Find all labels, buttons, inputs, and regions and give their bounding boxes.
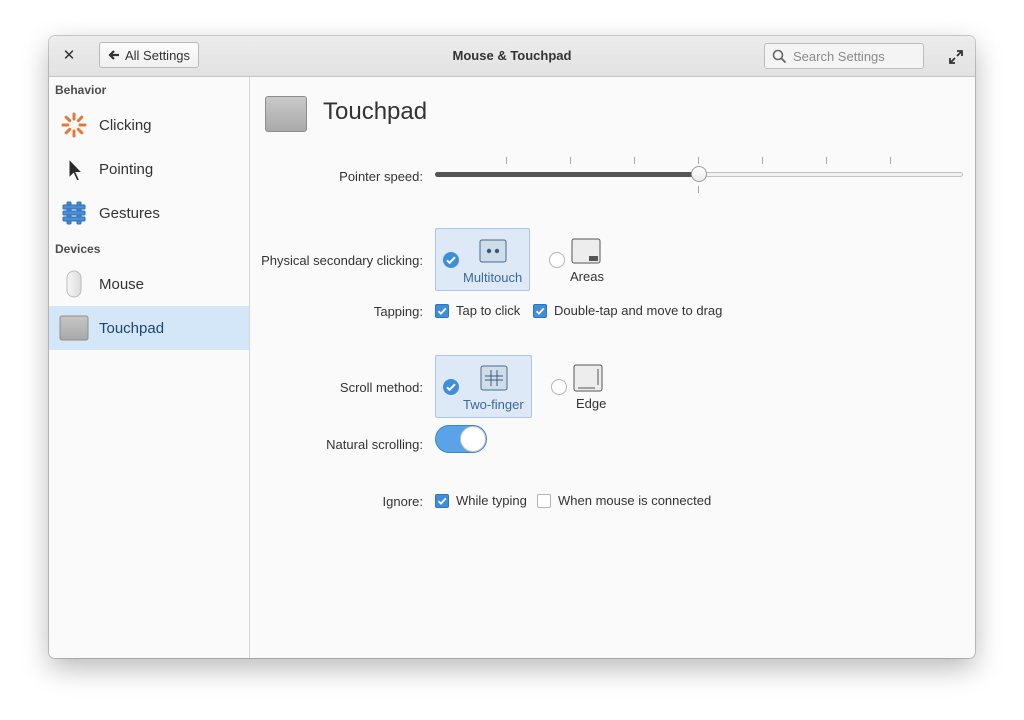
page-title: Touchpad [323, 98, 428, 125]
slider-fill [435, 172, 699, 177]
sidebar-item-clicking[interactable]: Clicking [49, 103, 249, 147]
areas-label: Areas [570, 269, 604, 284]
secondary-click-label: Physical secondary clicking: [261, 253, 423, 268]
slider-tick [506, 157, 507, 164]
areas-option[interactable]: Areas [546, 228, 608, 291]
while-typing-label: While typing [456, 493, 527, 508]
pointer-speed-slider[interactable] [435, 155, 963, 195]
gestures-icon [58, 197, 90, 229]
mouse-icon [58, 268, 90, 300]
scroll-method-label: Scroll method: [339, 380, 423, 395]
pointer-speed-label: Pointer speed: [339, 169, 423, 184]
sidebar-item-label: Mouse [99, 275, 145, 293]
slider-tick [890, 157, 891, 164]
clicking-icon [58, 109, 90, 141]
radio-checked-icon [443, 379, 459, 395]
sidebar-item-label: Clicking [99, 116, 152, 134]
checkbox-checked-icon [533, 303, 547, 318]
tapping-label: Tapping: [373, 304, 423, 319]
areas-icon [571, 238, 601, 264]
multitouch-icon [479, 239, 507, 263]
sidebar-item-label: Pointing [99, 160, 154, 178]
pointer-icon [58, 153, 90, 185]
sidebar-item-touchpad[interactable]: Touchpad [49, 306, 249, 350]
checkbox-unchecked-icon [537, 493, 551, 508]
tap-to-click-label: Tap to click [456, 303, 521, 318]
natural-scrolling-label: Natural scrolling: [326, 437, 423, 452]
sidebar-item-label: Gestures [99, 204, 160, 222]
slider-tick [826, 157, 827, 164]
search-field[interactable] [764, 43, 924, 69]
mouse-connected-label: When mouse is connected [558, 493, 712, 508]
mouse-connected-checkbox[interactable]: When mouse is connected [537, 493, 711, 508]
sidebar: Behavior Clicking Pointing Gestures Devi… [49, 77, 250, 658]
two-finger-icon [480, 365, 508, 391]
natural-scrolling-switch[interactable] [435, 425, 487, 453]
radio-unchecked-icon [549, 252, 565, 268]
ignore-label: Ignore: [382, 494, 423, 509]
multitouch-option[interactable]: Multitouch [435, 228, 530, 291]
switch-thumb [460, 426, 486, 452]
slider-knob[interactable] [691, 166, 707, 182]
maximize-icon[interactable] [947, 48, 965, 66]
edge-scroll-icon [573, 364, 603, 392]
headerbar: ✕ All Settings Mouse & Touchpad [49, 36, 975, 77]
checkbox-checked-icon [435, 303, 449, 318]
sidebar-item-label: Touchpad [99, 319, 165, 337]
slider-tick [762, 157, 763, 164]
sidebar-item-gestures[interactable]: Gestures [49, 191, 249, 235]
search-input[interactable] [793, 48, 913, 64]
radio-checked-icon [443, 252, 459, 268]
checkbox-checked-icon [435, 493, 449, 508]
double-tap-drag-label: Double-tap and move to drag [554, 303, 723, 318]
multitouch-label: Multitouch [463, 270, 523, 285]
edge-option[interactable]: Edge [548, 355, 608, 418]
touchpad-page: Touchpad Pointer speed: Physical seconda… [250, 77, 975, 658]
slider-center-mark [698, 186, 699, 193]
sidebar-heading-behavior: Behavior [55, 83, 107, 97]
search-icon [772, 49, 787, 63]
sidebar-heading-devices: Devices [55, 242, 101, 256]
double-tap-drag-checkbox[interactable]: Double-tap and move to drag [533, 303, 722, 318]
touchpad-icon [265, 96, 307, 132]
while-typing-checkbox[interactable]: While typing [435, 493, 527, 508]
slider-tick [698, 157, 699, 164]
two-finger-label: Two-finger [463, 397, 524, 412]
slider-tick [570, 157, 571, 164]
tap-to-click-checkbox[interactable]: Tap to click [435, 303, 520, 318]
two-finger-option[interactable]: Two-finger [435, 355, 532, 418]
radio-unchecked-icon [551, 379, 567, 395]
touchpad-icon [58, 312, 90, 344]
sidebar-item-pointing[interactable]: Pointing [49, 147, 249, 191]
settings-window: ✕ All Settings Mouse & Touchpad Behavior [49, 36, 975, 658]
slider-tick [634, 157, 635, 164]
edge-label: Edge [576, 396, 607, 411]
sidebar-item-mouse[interactable]: Mouse [49, 262, 249, 306]
